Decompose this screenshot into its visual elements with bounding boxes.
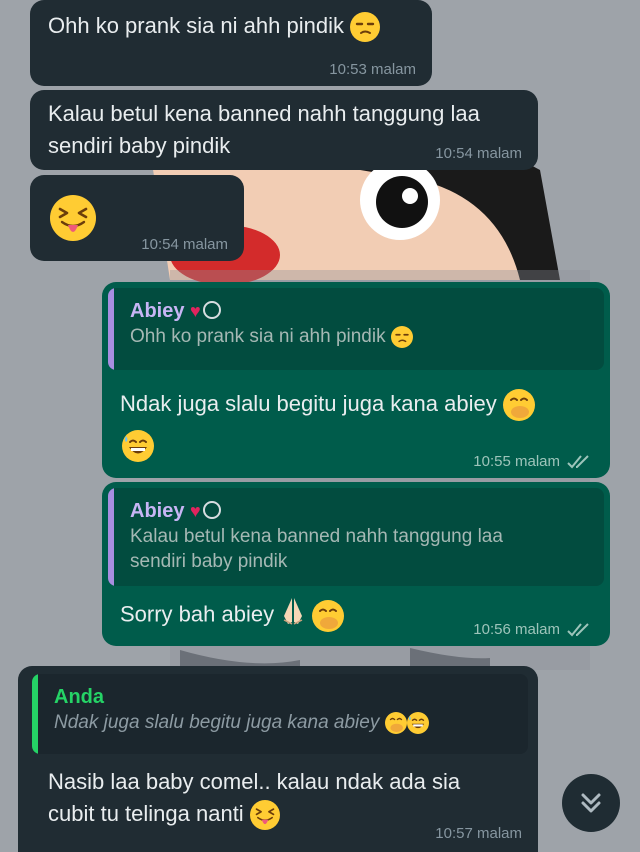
- message-timestamp: 10:55 malam: [473, 453, 594, 470]
- message-timestamp: 10:57 malam: [435, 825, 522, 842]
- message-text: Ohh ko prank sia ni ahh pindik: [48, 13, 344, 38]
- message-text: Ndak juga slalu begitu juga kana abiey: [120, 391, 497, 416]
- message-timestamp: 10:53 malam: [329, 61, 416, 78]
- scroll-to-bottom-button[interactable]: [562, 774, 620, 832]
- incoming-reply-message[interactable]: Anda Ndak juga slalu begitu juga kana ab…: [18, 666, 538, 852]
- message-text-line: Kalau betul kena banned nahh tanggung la…: [48, 101, 480, 126]
- ring-icon: [202, 501, 221, 519]
- incoming-emoji-message[interactable]: 10:54 malam: [30, 175, 244, 261]
- squinting-tongue-face-icon: [50, 195, 96, 241]
- quote-author: Abiey: [130, 500, 185, 522]
- red-heart-icon: ♥: [190, 501, 201, 521]
- ring-icon: [202, 301, 221, 319]
- quote-text-line: Kalau betul kena banned nahh tanggung la…: [130, 526, 503, 547]
- incoming-message[interactable]: Ohh ko prank sia ni ahh pindik 10:53 mal…: [30, 0, 432, 86]
- read-double-check-icon: [567, 622, 589, 636]
- unamused-face-icon: [350, 12, 381, 43]
- squinting-tongue-face-icon: [249, 800, 280, 831]
- message-text-line: cubit tu telinga nanti: [48, 801, 244, 826]
- message-text-line: sendiri baby pindik: [48, 133, 231, 158]
- outgoing-reply-message[interactable]: Abiey ♥ Ohh ko prank sia ni ahh pindik N…: [102, 282, 610, 478]
- double-chevron-down-icon: [581, 793, 601, 813]
- quote-bar: [108, 488, 114, 586]
- message-timestamp: 10:54 malam: [141, 236, 228, 253]
- hand-over-mouth-face-icon: [312, 599, 345, 632]
- message-timestamp: 10:54 malam: [435, 145, 522, 162]
- quote-text: Ohh ko prank sia ni ahh pindik: [130, 326, 386, 347]
- quoted-message[interactable]: Abiey ♥ Kalau betul kena banned nahh tan…: [108, 488, 604, 586]
- timestamp-text: 10:56 malam: [473, 621, 560, 638]
- red-heart-icon: ♥: [190, 301, 201, 321]
- quote-bar: [32, 674, 38, 754]
- quote-bar: [108, 288, 114, 370]
- quoted-message[interactable]: Abiey ♥ Ohh ko prank sia ni ahh pindik: [108, 288, 604, 370]
- grinning-sweat-face-icon: [122, 430, 154, 462]
- quote-author: Abiey: [130, 300, 185, 322]
- hand-over-mouth-face-icon: [502, 389, 535, 422]
- message-timestamp: 10:56 malam: [473, 621, 594, 638]
- unamused-face-icon: [390, 325, 413, 348]
- message-text-line: Nasib laa baby comel.. kalau ndak ada si…: [48, 769, 461, 794]
- read-double-check-icon: [567, 454, 589, 468]
- hand-over-mouth-face-icon: [384, 711, 407, 734]
- quote-author: Anda: [54, 686, 104, 708]
- grinning-sweat-face-icon: [406, 711, 429, 734]
- message-text: Sorry bah abiey: [120, 601, 275, 627]
- timestamp-text: 10:55 malam: [473, 453, 560, 470]
- incoming-message[interactable]: Kalau betul kena banned nahh tanggung la…: [30, 90, 538, 170]
- quote-text: Ndak juga slalu begitu juga kana abiey: [54, 712, 380, 733]
- quoted-message[interactable]: Anda Ndak juga slalu begitu juga kana ab…: [32, 674, 528, 754]
- outgoing-reply-message[interactable]: Abiey ♥ Kalau betul kena banned nahh tan…: [102, 482, 610, 646]
- folded-hands-icon: [280, 596, 306, 635]
- quote-text-line: sendiri baby pindik: [130, 551, 288, 572]
